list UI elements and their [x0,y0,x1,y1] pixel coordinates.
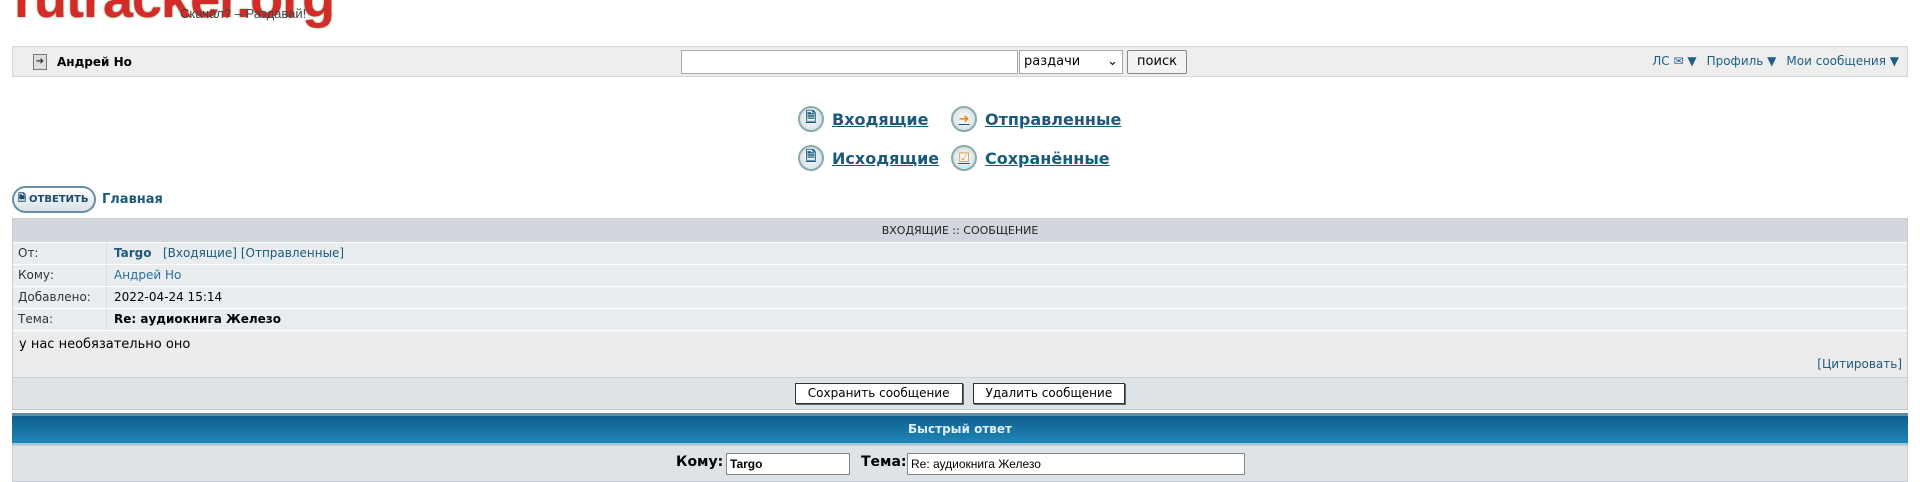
username[interactable]: Андрей Но [57,55,132,69]
outbox-icon: 🗎 [798,145,824,171]
search-scope-value: раздачи [1024,54,1081,69]
date-row: Добавлено: 2022-04-24 15:14 [13,286,1907,308]
quick-reply-subject-input[interactable] [907,453,1245,475]
quote-link[interactable]: [Цитировать] [1817,357,1902,371]
to-label: Кому: [13,265,107,286]
nav-inbox[interactable]: 🗎 Входящие [798,106,928,132]
subject-row: Тема: Re: аудиокнига Железо [13,308,1907,330]
date-value: 2022-04-24 15:14 [114,290,223,304]
save-message-button[interactable]: Сохранить сообщение [794,383,963,404]
quick-reply-form: Кому: Тема: [12,445,1908,482]
message-header: ВХОДЯЩИЕ :: СООБЩЕНИЕ [13,219,1907,242]
nav-inbox-label: Входящие [832,109,929,129]
message-body: у нас необязательно оно [Цитировать] [13,330,1907,377]
nav-outbox-label: Исходящие [832,148,940,168]
my-messages-menu-link[interactable]: Мои сообщения ▼ [1786,54,1899,68]
quick-reply-subject-label: Тема: [861,454,907,470]
to-link[interactable]: Андрей Но [107,265,181,286]
nav-outbox[interactable]: 🗎 Исходящие [798,145,939,171]
user-info: ➜ Андрей Но [33,54,132,70]
search-input[interactable] [681,50,1018,74]
profile-menu-link[interactable]: Профиль ▼ [1707,54,1777,68]
message-actions: Сохранить сообщение Удалить сообщение [13,377,1907,409]
from-label: От: [13,243,107,264]
document-icon: 🗎 [18,193,27,204]
nav-sent-label: Отправленные [985,109,1122,129]
arrow-right-icon: ➜ [951,106,977,132]
from-sent-link[interactable]: [Отправленные] [241,246,344,260]
search-button[interactable]: поиск [1127,50,1187,74]
subject-value: Re: аудиокнига Железо [114,312,281,326]
to-row: Кому: Андрей Но [13,264,1907,286]
from-inbox-link[interactable]: [Входящие] [163,246,237,260]
reply-button-label: ОТВЕТИТЬ [29,194,89,205]
home-link[interactable]: Главная [102,192,163,207]
user-menu: ЛС ✉ ▼ Профиль ▼ Мои сообщения ▼ [1652,54,1899,68]
from-row: От: Targo [Входящие] [Отправленные] [13,242,1907,264]
date-label: Добавлено: [13,287,107,308]
message-text: у нас необязательно оно [19,337,191,352]
quick-reply-header: Быстрый ответ [12,413,1908,445]
quick-reply-to-label: Кому: [676,454,724,470]
pm-menu-link[interactable]: ЛС ✉ ▼ [1652,54,1696,68]
checkbox-icon: ☑ [951,145,977,171]
logo-tagline: Скачал? – Раздавай! [180,6,307,21]
inbox-icon: 🗎 [798,106,824,132]
nav-sent[interactable]: ➜ Отправленные [951,106,1121,132]
reply-button[interactable]: 🗎 ОТВЕТИТЬ [12,186,96,213]
quick-reply-to-input[interactable] [726,453,850,475]
chevron-down-icon: ⌄ [1107,54,1118,69]
search-scope-select[interactable]: раздачи ⌄ [1019,50,1123,74]
logout-icon[interactable]: ➜ [33,54,47,70]
message-table: ВХОДЯЩИЕ :: СООБЩЕНИЕ От: Targo [Входящие… [12,218,1908,410]
nav-saved-label: Сохранённые [985,148,1110,168]
top-bar: ➜ Андрей Но раздачи ⌄ поиск ЛС ✉ ▼ Профил… [12,46,1908,77]
delete-message-button[interactable]: Удалить сообщение [972,383,1126,404]
from-link[interactable]: Targo [114,246,152,260]
subject-label: Тема: [13,309,107,330]
nav-saved[interactable]: ☑ Сохранённые [951,145,1110,171]
